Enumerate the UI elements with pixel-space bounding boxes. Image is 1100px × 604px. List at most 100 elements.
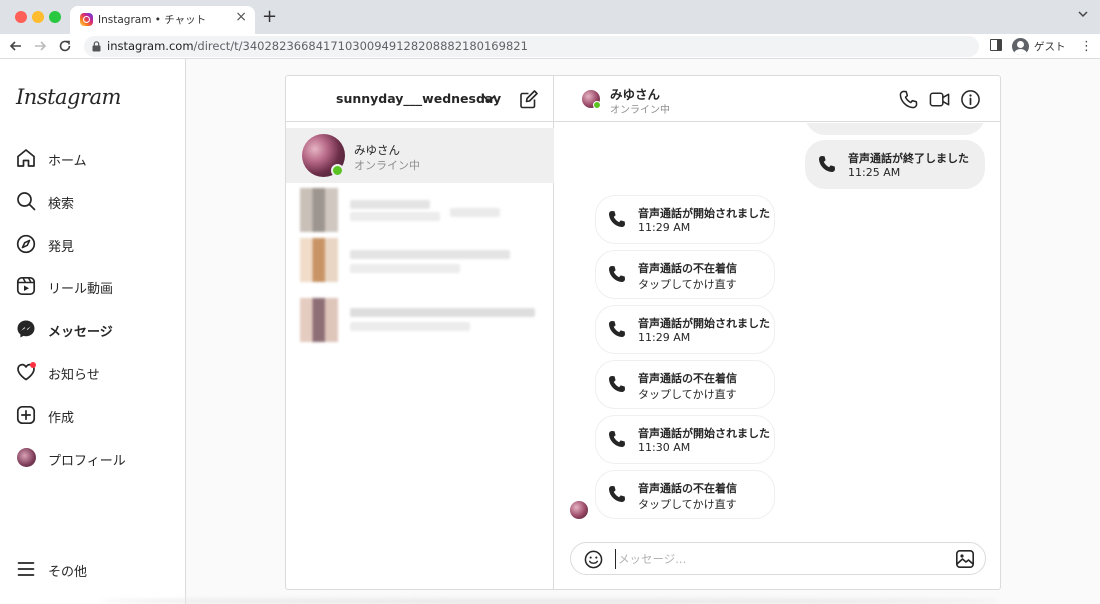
side-panel-icon[interactable]: [990, 39, 1002, 51]
call-message-bubble[interactable]: 音声通話が開始されました 11:29 AM: [595, 305, 775, 354]
sidebar-item-search[interactable]: 検索: [16, 191, 176, 215]
call-message-time: 11:29 AM: [638, 221, 691, 234]
sidebar-item-label: 作成: [48, 411, 75, 426]
emoji-icon[interactable]: [584, 550, 603, 569]
call-message-time: 11:30 AM: [638, 441, 691, 454]
tab-close-icon[interactable]: ×: [235, 9, 247, 25]
url-text: instagram.com/direct/t/34028236684171030…: [107, 39, 528, 53]
thread-item-blurred[interactable]: [300, 188, 540, 232]
sidebar-item-home[interactable]: ホーム: [16, 148, 176, 172]
message-composer: [570, 542, 986, 575]
call-message-title: 音声通話の不在着信: [638, 262, 737, 275]
sidebar-item-notifications[interactable]: お知らせ: [16, 362, 176, 386]
phone-icon: [609, 321, 625, 337]
phone-icon: [609, 486, 625, 502]
call-message-bubble[interactable]: 音声通話の不在着信 タップしてかけ直す: [595, 360, 775, 409]
window-zoom-button[interactable]: [49, 11, 61, 23]
blurred-avatar: [300, 298, 338, 342]
call-message-time: 11:29 AM: [638, 331, 691, 344]
call-back-link[interactable]: タップしてかけ直す: [638, 386, 737, 402]
search-icon: [17, 192, 36, 211]
new-tab-icon[interactable]: +: [262, 6, 277, 27]
lock-icon: [92, 41, 101, 52]
back-arrow-icon[interactable]: [8, 38, 24, 54]
call-message-bubble[interactable]: 音声通話が開始されました 11:29 AM: [595, 195, 775, 244]
blurred-avatar: [300, 188, 338, 232]
sidebar-item-label: プロフィール: [48, 454, 126, 469]
call-message-title: 音声通話が開始されました: [638, 207, 770, 220]
call-message-bubble[interactable]: 音声通話が終了しました 11:25 AM: [805, 140, 985, 189]
browser-menu-icon[interactable]: ⋮: [1080, 40, 1093, 53]
sidebar-item-profile[interactable]: プロフィール: [16, 448, 176, 472]
sender-avatar[interactable]: [570, 501, 588, 519]
sidebar: Instagram ホーム 検索 発見 リール動画 メッセージ お知らせ 作成 …: [0, 59, 186, 604]
new-message-icon[interactable]: [519, 89, 539, 109]
reels-icon: [16, 276, 36, 296]
blurred-avatar: [300, 238, 338, 282]
home-icon: [17, 149, 35, 167]
thread-list-pane: sunnyday___wednesday みゆさん オンライン中: [286, 76, 554, 589]
thread-name: みゆさん: [354, 143, 400, 157]
call-message-title: 音声通話が開始されました: [638, 317, 770, 330]
blurred-text: [350, 308, 535, 317]
sidebar-item-more[interactable]: その他: [16, 559, 176, 583]
thread-list-header: sunnyday___wednesday: [286, 76, 554, 122]
call-message-title: 音声通話が終了しました: [848, 152, 969, 165]
thread-item-blurred[interactable]: [300, 238, 540, 282]
notification-dot: [30, 362, 36, 368]
reload-icon[interactable]: [57, 38, 73, 54]
window-close-button[interactable]: [15, 11, 27, 23]
video-call-icon[interactable]: [929, 89, 950, 110]
message-input[interactable]: [615, 549, 945, 569]
message-list[interactable]: 音声通話が終了しました 11:25 AM 音声通話が開始されました 11:29 …: [554, 123, 1000, 528]
call-message-title: 音声通話の不在着信: [638, 482, 737, 495]
online-indicator: [331, 164, 344, 177]
sidebar-item-create[interactable]: 作成: [16, 405, 176, 429]
info-icon[interactable]: [960, 89, 981, 110]
message-bubble-partial: [805, 123, 985, 135]
phone-icon: [609, 211, 625, 227]
call-back-link[interactable]: タップしてかけ直す: [638, 276, 737, 292]
guest-profile-button[interactable]: ゲスト: [1009, 36, 1071, 57]
plus-square-icon: [16, 405, 36, 425]
url-omnibox[interactable]: instagram.com/direct/t/34028236684171030…: [84, 36, 979, 57]
sidebar-item-label: 発見: [48, 240, 75, 255]
call-message-bubble[interactable]: 音声通話が開始されました 11:30 AM: [595, 415, 775, 464]
browser-tab-bar: Instagram • チャット × +: [0, 0, 1100, 34]
blurred-text: [350, 264, 460, 273]
address-bar: instagram.com/direct/t/34028236684171030…: [0, 34, 1100, 59]
browser-tab-active[interactable]: Instagram • チャット ×: [70, 6, 255, 34]
call-message-bubble[interactable]: 音声通話の不在着信 タップしてかけ直す: [595, 470, 775, 519]
sidebar-item-explore[interactable]: 発見: [16, 234, 176, 258]
call-message-title: 音声通話が開始されました: [638, 427, 770, 440]
blurred-text: [450, 208, 500, 217]
chat-status: オンライン中: [610, 105, 670, 116]
chevron-down-icon[interactable]: [482, 92, 496, 106]
guest-label: ゲスト: [1034, 41, 1066, 53]
thread-item-blurred[interactable]: [300, 298, 540, 342]
chat-header: みゆさん オンライン中: [554, 76, 1000, 122]
phone-icon: [819, 156, 835, 172]
phone-icon: [609, 431, 625, 447]
blurred-text: [350, 322, 470, 331]
instagram-logo[interactable]: Instagram: [16, 85, 121, 109]
online-indicator: [593, 101, 601, 109]
compass-icon: [16, 234, 36, 254]
account-switcher[interactable]: sunnyday___wednesday: [336, 91, 501, 106]
sidebar-item-label: ホーム: [48, 154, 87, 169]
thread-item-selected[interactable]: みゆさん オンライン中: [286, 128, 554, 183]
phone-call-icon[interactable]: [898, 89, 919, 110]
call-message-bubble[interactable]: 音声通話の不在着信 タップしてかけ直す: [595, 250, 775, 299]
image-upload-icon[interactable]: [955, 549, 975, 569]
chat-pane: みゆさん オンライン中 音声通話が終了しました 11:25 AM 音声通話が開始…: [554, 76, 1000, 589]
sidebar-item-messages[interactable]: メッセージ: [16, 319, 176, 343]
call-message-title: 音声通話の不在着信: [638, 372, 737, 385]
sidebar-item-label: リール動画: [48, 282, 114, 297]
call-back-link[interactable]: タップしてかけ直す: [638, 496, 737, 512]
forward-arrow-icon[interactable]: [32, 38, 48, 54]
window-minimize-button[interactable]: [32, 11, 44, 23]
tab-title: Instagram • チャット: [98, 14, 207, 26]
sidebar-item-reels[interactable]: リール動画: [16, 276, 176, 300]
tab-search-chevron-icon[interactable]: [1078, 9, 1088, 19]
blurred-text: [350, 212, 440, 221]
